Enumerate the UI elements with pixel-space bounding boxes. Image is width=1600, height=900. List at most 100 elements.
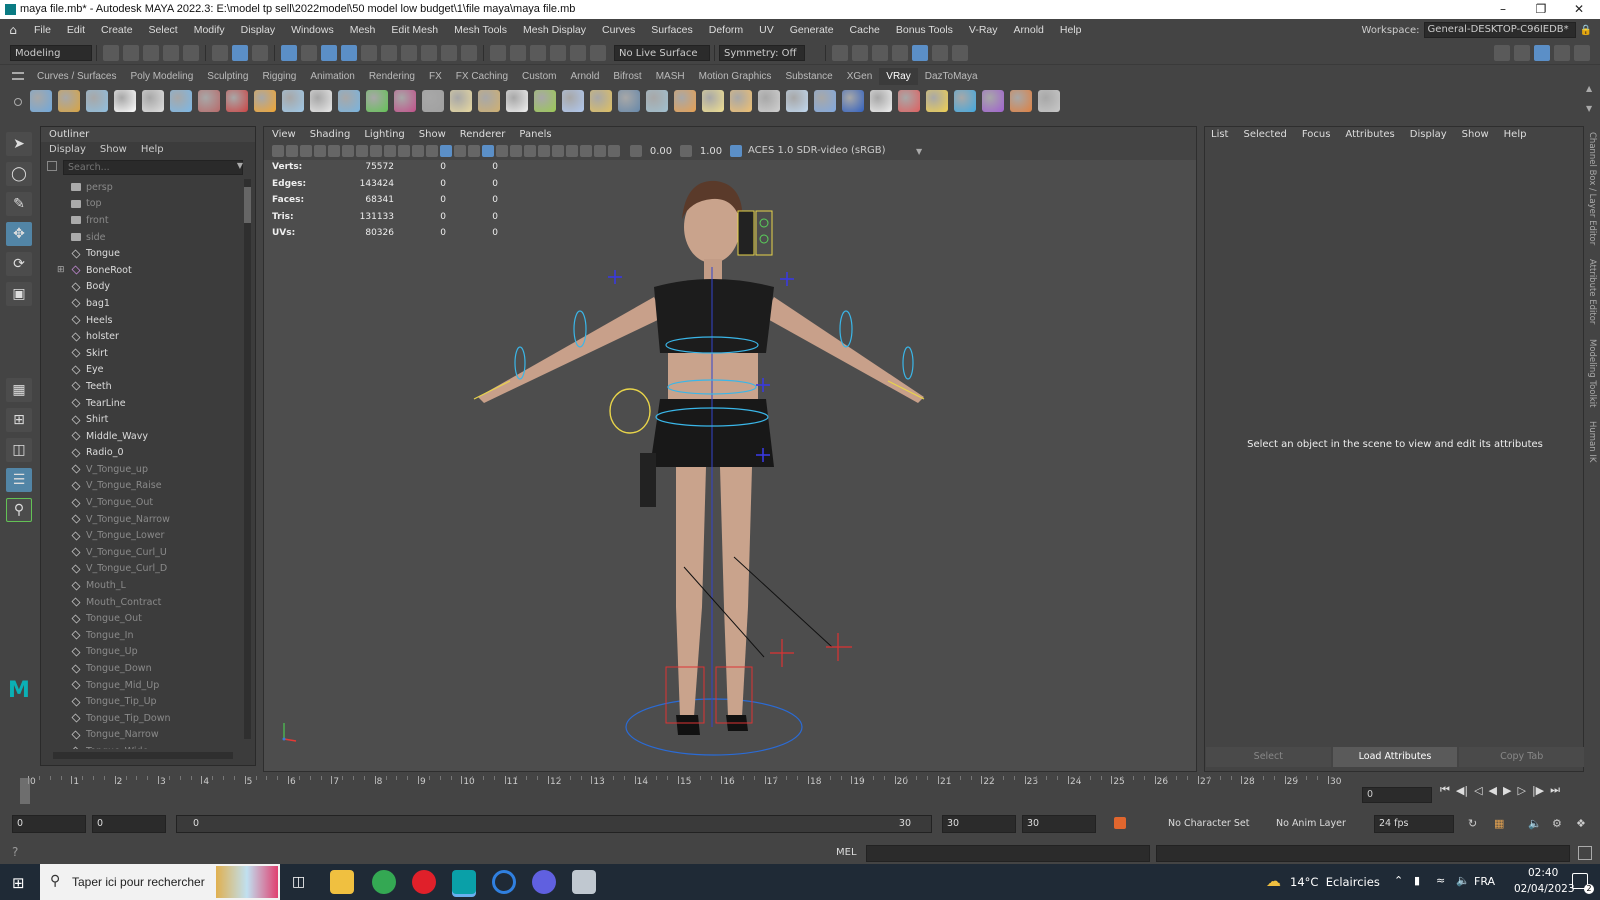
time-slider[interactable]: 0 1 2 3 4 5 6 7 8 9 10 11 12 13 14 15 16 17 18 19 20 21 22 23 24… (12, 776, 1354, 806)
wireframe-icon[interactable] (426, 145, 438, 157)
outliner-filter-icon[interactable] (47, 161, 57, 171)
lock-selection-icon[interactable] (441, 44, 457, 61)
select-by-handle-icon[interactable] (281, 44, 297, 61)
symmetry-dropdown[interactable]: Symmetry: Off (719, 44, 805, 61)
exposure-value[interactable]: 0.00 (644, 146, 678, 157)
shelf-tool-icon[interactable] (254, 90, 276, 112)
undo-icon[interactable] (163, 44, 179, 61)
snap-point-icon[interactable] (530, 44, 546, 61)
toggle-tool-settings-icon[interactable] (1534, 44, 1550, 61)
shelf-tool-icon[interactable] (310, 90, 332, 112)
outliner-vertical-scrollbar[interactable] (244, 179, 251, 739)
scene-end-field[interactable]: 30 (1022, 815, 1096, 833)
select-button[interactable]: Select (1206, 747, 1331, 767)
outliner-item[interactable]: Tongue (41, 245, 245, 262)
windows-start-icon[interactable]: ⊞ (12, 874, 25, 892)
select-misc-icon[interactable] (421, 44, 437, 61)
render-setup-icon[interactable] (932, 44, 948, 61)
outliner-item[interactable]: Skirt (41, 345, 245, 362)
gamma-value[interactable]: 1.00 (694, 146, 728, 157)
workspace-dropdown[interactable]: General-DESKTOP-C96IEDB* (1423, 22, 1576, 38)
film-gate-icon[interactable] (342, 145, 354, 157)
search-options-chevron-icon[interactable]: ▼ (237, 161, 243, 170)
playback-end-field[interactable]: 30 (942, 815, 1016, 833)
anim-layer-dropdown[interactable]: No Anim Layer (1276, 818, 1346, 829)
snap-view-plane-icon[interactable] (570, 44, 586, 61)
shelf-tool-icon[interactable] (814, 90, 836, 112)
pause-viewport-icon[interactable] (952, 44, 968, 61)
outliner-item[interactable]: V_Tongue_Curl_D (41, 561, 245, 578)
outliner-item[interactable]: ⊞ BoneRoot (41, 262, 245, 279)
step-forward-key-icon[interactable]: ▷ (1517, 784, 1525, 797)
anim-preferences-icon[interactable]: ⚙ (1552, 817, 1562, 830)
language-indicator[interactable]: FRA (1474, 875, 1495, 888)
outliner-item[interactable]: front (41, 212, 245, 229)
script-editor-icon[interactable] (1578, 846, 1592, 860)
shelf-tab-vray[interactable]: VRay (879, 68, 918, 85)
battery-icon[interactable]: ▮ (1414, 874, 1420, 887)
shadows-icon[interactable] (496, 145, 508, 157)
shelf-tab-curves-surfaces[interactable]: Curves / Surfaces (30, 68, 123, 85)
shelf-tool-icon[interactable] (898, 90, 920, 112)
menu-modify[interactable]: Modify (186, 19, 233, 41)
shelf-tool-icon[interactable] (1010, 90, 1032, 112)
select-component-icon[interactable] (252, 44, 268, 61)
step-forward-frame-icon[interactable]: |▶ (1532, 784, 1544, 797)
safe-title-icon[interactable] (412, 145, 424, 157)
render-current-frame-icon[interactable] (852, 44, 868, 61)
two-view-layout-icon[interactable]: ◫ (6, 438, 32, 462)
shelf-tool-icon[interactable] (450, 90, 472, 112)
shelf-options-icon[interactable] (12, 72, 24, 80)
select-by-surface-icon[interactable] (341, 44, 357, 61)
attr-menu-list[interactable]: List (1211, 127, 1228, 143)
attr-menu-focus[interactable]: Focus (1302, 127, 1331, 143)
menu-v-ray[interactable]: V-Ray (961, 19, 1006, 41)
shelf-tool-icon[interactable] (394, 90, 416, 112)
outliner-item[interactable]: Tongue_Up (41, 644, 245, 661)
render-view-icon[interactable] (832, 44, 848, 61)
load-attributes-button[interactable]: Load Attributes (1332, 747, 1458, 767)
maya-icon[interactable] (452, 870, 476, 894)
toggle-channel-box-icon[interactable] (1554, 44, 1570, 61)
clock-date[interactable]: 02/04/2023 (1514, 883, 1575, 895)
maximize-button[interactable]: ❐ (1522, 0, 1560, 19)
outliner-item[interactable]: top (41, 196, 245, 213)
side-tab-modeling-toolkit[interactable]: Modeling Toolkit (1587, 339, 1597, 408)
outliner-menu-show[interactable]: Show (100, 142, 127, 158)
render-settings-icon[interactable] (892, 44, 908, 61)
shelf-tab-rigging[interactable]: Rigging (255, 68, 303, 85)
view-transform-chevron-icon[interactable]: ▼ (916, 147, 922, 156)
menu-file[interactable]: File (26, 19, 59, 41)
app-window-icon[interactable] (572, 870, 596, 894)
attr-menu-display[interactable]: Display (1410, 127, 1447, 143)
wifi-icon[interactable]: ≈ (1436, 874, 1445, 887)
character-set-dropdown[interactable]: No Character Set (1168, 818, 1249, 829)
menu-generate[interactable]: Generate (782, 19, 842, 41)
outliner-item[interactable]: Eye (41, 362, 245, 379)
outliner-item[interactable]: Shirt (41, 411, 245, 428)
viewport-menu-show[interactable]: Show (419, 127, 446, 142)
menu-curves[interactable]: Curves (594, 19, 643, 41)
menu-edit[interactable]: Edit (59, 19, 93, 41)
shelf-scroll-up-icon[interactable]: ▲ (1586, 84, 1596, 93)
outliner-item[interactable]: TearLine (41, 395, 245, 412)
menu-create[interactable]: Create (93, 19, 141, 41)
camera-attributes-icon[interactable] (286, 145, 298, 157)
image-plane-icon[interactable] (314, 145, 326, 157)
outliner-item[interactable]: V_Tongue_up (41, 461, 245, 478)
four-view-layout-icon[interactable]: ⊞ (6, 408, 32, 432)
attr-menu-attributes[interactable]: Attributes (1345, 127, 1394, 143)
shelf-tool-icon[interactable] (478, 90, 500, 112)
viewport-menu-lighting[interactable]: Lighting (364, 127, 404, 142)
side-tab-attribute-editor[interactable]: Attribute Editor (1587, 259, 1597, 324)
menu-bonus-tools[interactable]: Bonus Tools (888, 19, 961, 41)
move-tool-icon[interactable]: ✥ (6, 222, 32, 246)
viewport-panel[interactable]: View Shading Lighting Show Renderer Panels 0.… (263, 126, 1197, 772)
tray-chevron-icon[interactable]: ⌃ (1394, 874, 1403, 887)
shelf-scroll-down-icon[interactable]: ▼ (1586, 104, 1596, 113)
attr-menu-show[interactable]: Show (1462, 127, 1489, 143)
script-language-toggle[interactable]: MEL (836, 847, 857, 858)
outliner-item[interactable]: Tongue_Down (41, 660, 245, 677)
playback-start-field[interactable]: 0 (92, 815, 166, 833)
shelf-tool-icon[interactable] (282, 90, 304, 112)
